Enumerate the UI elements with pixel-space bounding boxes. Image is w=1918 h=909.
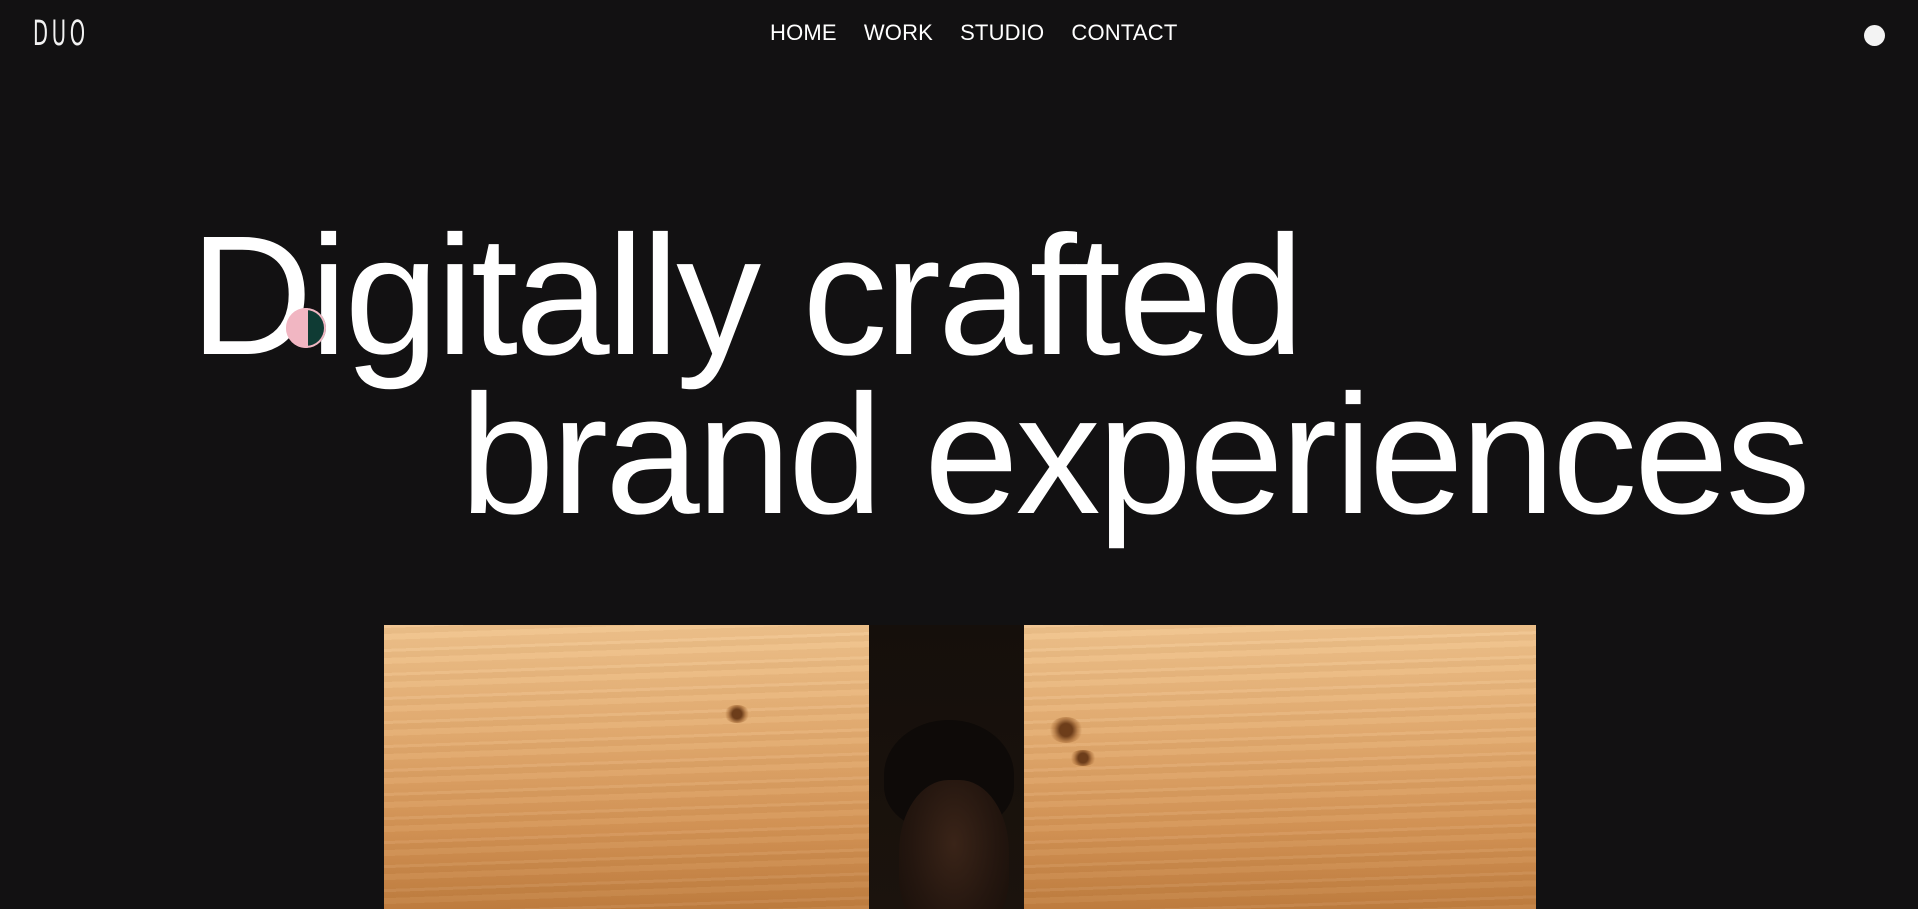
nav-link-home[interactable]: HOME — [770, 22, 837, 44]
wood-knot — [1069, 750, 1097, 766]
wood-panel-right — [1024, 625, 1536, 909]
person-figure — [874, 720, 1024, 909]
hero-headline-line-1: Digitally crafted — [190, 201, 1304, 391]
showcase-video[interactable] — [384, 625, 1536, 909]
custom-cursor — [286, 308, 326, 348]
duo-logo[interactable]: DUO — [33, 16, 89, 52]
nav-link-work[interactable]: WORK — [864, 22, 933, 44]
wood-knot — [724, 705, 750, 723]
circle-menu-icon[interactable] — [1864, 25, 1885, 46]
wood-knot — [1049, 717, 1083, 743]
hero-headline-line-2: brand experiences — [460, 360, 1811, 550]
nav-link-studio[interactable]: STUDIO — [960, 22, 1044, 44]
nav-link-contact[interactable]: CONTACT — [1071, 22, 1177, 44]
wood-panel-left — [384, 625, 869, 909]
main-nav: HOME WORK STUDIO CONTACT — [770, 20, 1177, 46]
person-face — [899, 780, 1009, 909]
panel-gap — [869, 625, 1024, 909]
